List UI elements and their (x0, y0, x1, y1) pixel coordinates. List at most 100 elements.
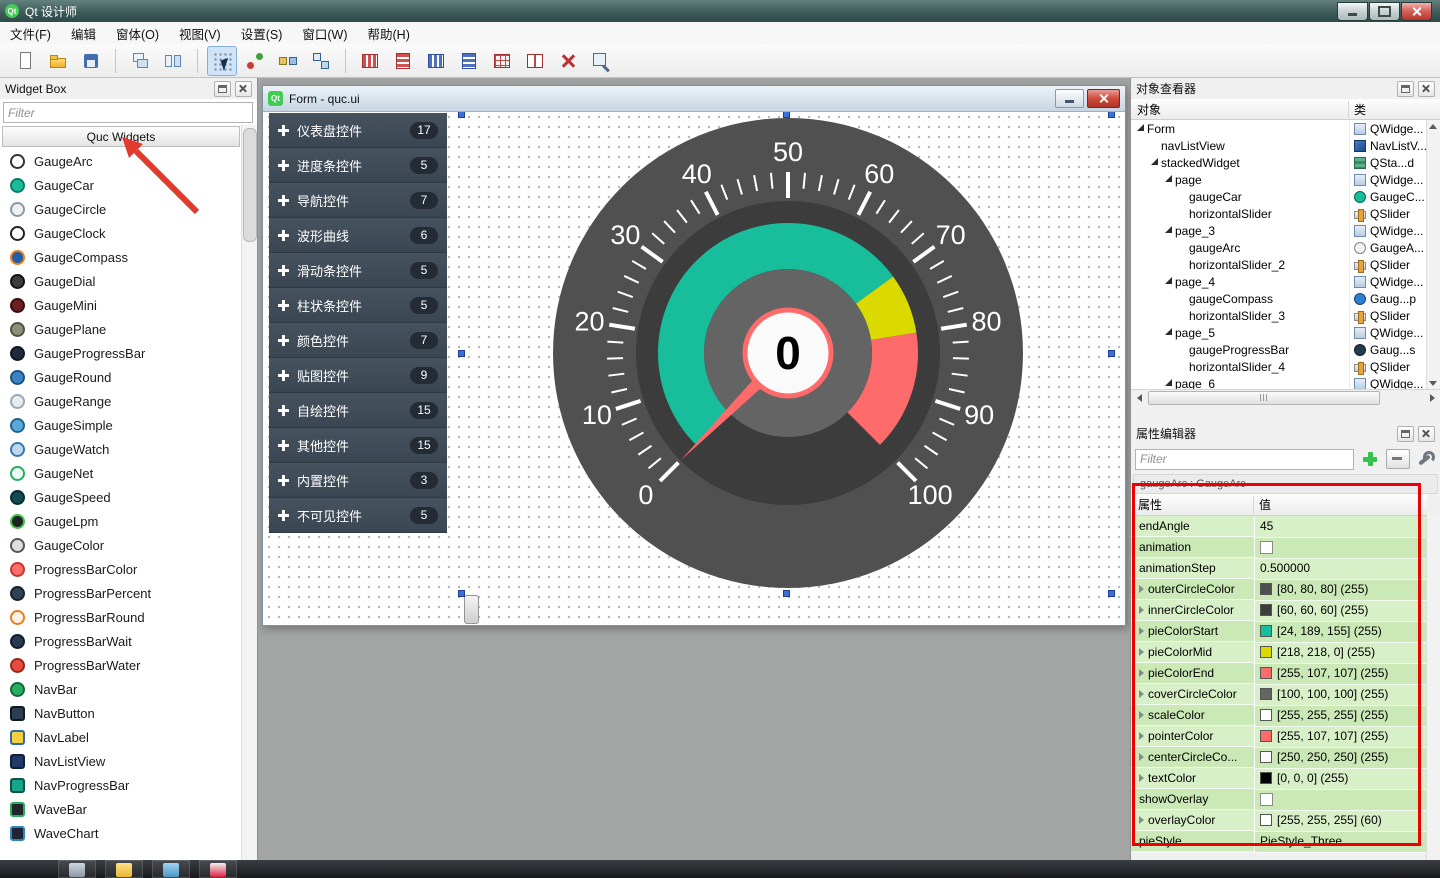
taskbar-button[interactable] (105, 860, 143, 878)
expander-icon[interactable] (1139, 627, 1144, 635)
expander-icon[interactable] (1139, 606, 1144, 614)
column-property[interactable]: 属性 (1131, 496, 1254, 513)
nav-category-item[interactable]: 自绘控件 15 (269, 393, 447, 428)
add-dynamic-property-button[interactable] (1360, 449, 1380, 469)
selection-handle[interactable] (458, 350, 465, 357)
expander-icon[interactable] (1177, 361, 1188, 372)
nav-category-item[interactable]: 导航控件 7 (269, 183, 447, 218)
object-tree-row[interactable]: page_5 QWidge... (1131, 324, 1426, 341)
break-layout-button[interactable] (553, 46, 583, 76)
expander-icon[interactable] (1163, 378, 1174, 389)
property-row[interactable]: textColor [0, 0, 0] (255) (1131, 768, 1426, 789)
maximize-button[interactable] (1369, 2, 1400, 21)
property-row[interactable]: pieColorStart [24, 189, 155] (255) (1131, 621, 1426, 642)
expander-icon[interactable] (1163, 225, 1174, 236)
layout-form-button[interactable] (520, 46, 550, 76)
layout-grid-button[interactable] (487, 46, 517, 76)
object-tree-horizontal-scrollbar[interactable] (1131, 389, 1440, 405)
category-header-quc-widgets[interactable]: Quc Widgets (2, 126, 240, 147)
expander-icon[interactable] (1139, 669, 1144, 677)
nav-category-item[interactable]: 滑动条控件 5 (269, 253, 447, 288)
column-value[interactable]: 值 (1254, 496, 1427, 513)
expander-icon[interactable] (1177, 208, 1188, 219)
selection-handle[interactable] (1108, 112, 1115, 118)
selection-handle[interactable] (1108, 590, 1115, 597)
expander-icon[interactable] (1139, 585, 1144, 593)
property-vertical-scrollbar[interactable] (1426, 516, 1440, 860)
property-column-header[interactable]: 属性 值 (1131, 494, 1427, 516)
close-panel-button[interactable] (1418, 426, 1435, 442)
nav-category-item[interactable]: 波形曲线 6 (269, 218, 447, 253)
widget-list-item[interactable]: NavProgressBar (0, 773, 241, 797)
menu-item[interactable]: 帮助(H) (358, 21, 420, 46)
form-title-bar[interactable]: Qt Form - quc.ui (263, 86, 1125, 112)
widget-list-item[interactable]: WaveBar (0, 797, 241, 821)
menu-item[interactable]: 视图(V) (169, 21, 231, 46)
expander-icon[interactable] (1163, 276, 1174, 287)
object-tree-row[interactable]: page_4 QWidge... (1131, 273, 1426, 290)
object-tree-row[interactable]: gaugeArc GaugeA... (1131, 239, 1426, 256)
scroll-right-button[interactable] (1424, 391, 1440, 405)
layout-vertical-button[interactable] (388, 46, 418, 76)
edit-buddies-button[interactable] (273, 46, 303, 76)
expander-icon[interactable] (1163, 174, 1174, 185)
expander-icon[interactable] (1177, 344, 1188, 355)
layout-horizontal-button[interactable] (355, 46, 385, 76)
menu-item[interactable]: 窗体(O) (106, 21, 169, 46)
property-row[interactable]: pointerColor [255, 107, 107] (255) (1131, 726, 1426, 747)
expander-icon[interactable] (1139, 774, 1144, 782)
expander-icon[interactable] (1135, 123, 1146, 134)
property-row[interactable]: pieColorEnd [255, 107, 107] (255) (1131, 663, 1426, 684)
expander-icon[interactable] (1149, 157, 1160, 168)
menu-item[interactable]: 设置(S) (231, 21, 293, 46)
property-row[interactable]: pieStyle PieStyle_Three (1131, 831, 1426, 852)
nav-category-item[interactable]: 不可见控件 5 (269, 498, 447, 533)
widget-list-item[interactable]: NavLabel (0, 725, 241, 749)
expander-icon[interactable] (1163, 327, 1174, 338)
nav-category-item[interactable]: 柱状条控件 5 (269, 288, 447, 323)
form-window[interactable]: Qt Form - quc.ui 仪表盘控件 17 (262, 85, 1126, 626)
window-cascade-button[interactable] (125, 46, 155, 76)
expander-icon[interactable] (1177, 259, 1188, 270)
edit-widgets-button[interactable] (207, 46, 237, 76)
menu-item[interactable]: 编辑 (61, 21, 106, 46)
expander-icon[interactable] (1177, 310, 1188, 321)
float-panel-button[interactable] (1397, 81, 1414, 97)
object-tree-row[interactable]: gaugeProgressBar Gaug...s (1131, 341, 1426, 358)
save-form-button[interactable] (76, 46, 106, 76)
new-form-button[interactable] (10, 46, 40, 76)
selection-handle[interactable] (783, 590, 790, 597)
expander-icon[interactable] (1177, 191, 1188, 202)
expander-icon[interactable] (1177, 242, 1188, 253)
expander-icon[interactable] (1177, 293, 1188, 304)
form-close-button[interactable] (1087, 89, 1120, 108)
taskbar-button[interactable] (199, 860, 237, 878)
object-tree-row[interactable]: horizontalSlider_4 QSlider (1131, 358, 1426, 375)
taskbar-button[interactable] (58, 860, 96, 878)
property-row[interactable]: showOverlay (1131, 789, 1426, 810)
widget-list-item[interactable]: GaugeNet (0, 461, 241, 485)
property-row[interactable]: scaleColor [255, 255, 255] (255) (1131, 705, 1426, 726)
splitter-vertical-button[interactable] (454, 46, 484, 76)
checkbox[interactable] (1260, 541, 1273, 554)
widget-list-item[interactable]: GaugeRange (0, 389, 241, 413)
horizontal-slider-widget[interactable] (464, 595, 479, 624)
widget-list-item[interactable]: GaugeCar (0, 173, 241, 197)
selection-handle[interactable] (1108, 350, 1115, 357)
property-row[interactable]: centerCircleCo... [250, 250, 250] (255) (1131, 747, 1426, 768)
widget-filter-input[interactable] (3, 102, 253, 123)
selection-handle[interactable] (458, 112, 465, 118)
object-tree-row[interactable]: navListView NavListV... (1131, 137, 1426, 154)
widget-list-item[interactable]: GaugeCircle (0, 197, 241, 221)
nav-category-item[interactable]: 颜色控件 7 (269, 323, 447, 358)
close-panel-button[interactable] (1418, 81, 1435, 97)
selection-handle[interactable] (458, 590, 465, 597)
taskbar-button[interactable] (152, 860, 190, 878)
property-row[interactable]: animation (1131, 537, 1426, 558)
expander-icon[interactable] (1139, 816, 1144, 824)
property-row[interactable]: endAngle 45 (1131, 516, 1426, 537)
nav-category-item[interactable]: 内置控件 3 (269, 463, 447, 498)
widget-list-item[interactable]: ProgressBarWait (0, 629, 241, 653)
close-panel-button[interactable] (235, 81, 252, 97)
object-tree-row[interactable]: gaugeCar GaugeC... (1131, 188, 1426, 205)
